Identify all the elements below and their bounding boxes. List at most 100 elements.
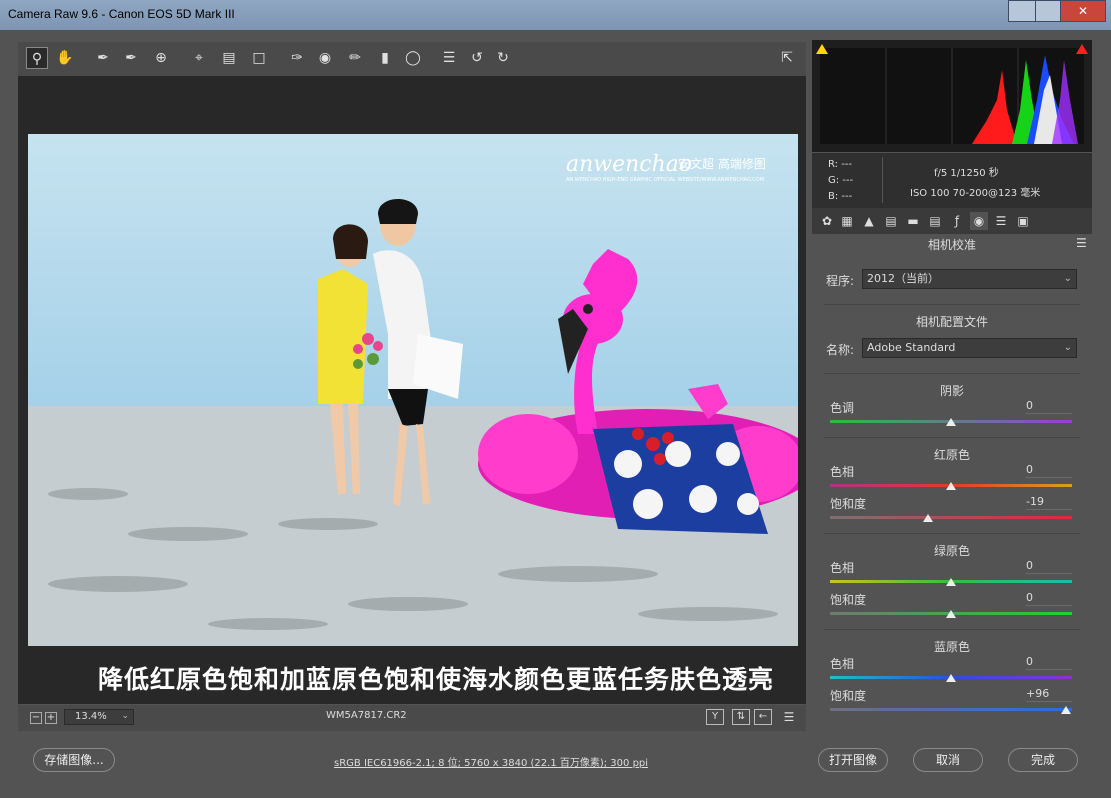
green-saturation-value[interactable]: 0	[1026, 591, 1072, 606]
status-bar: − + 13.4% ⌄ WM5A7817.CR2 Y ⇅ ← ☰	[18, 705, 806, 731]
bottom-bar: 存储图像... sRGB IEC61966-2.1; 8 位; 5760 x 3…	[0, 735, 1111, 798]
blue-primary-header: 蓝原色	[933, 640, 970, 654]
shadows-tint-value[interactable]: 0	[1026, 399, 1072, 414]
process-select[interactable]: 2012（当前） ⌄	[862, 269, 1077, 289]
open-image-button[interactable]: 打开图像	[818, 748, 888, 772]
profile-select[interactable]: Adobe Standard ⌄	[862, 338, 1077, 358]
rgb-readout: R: --- G: --- B: --- f/5 1/1250 秒 ISO 10…	[812, 153, 1092, 208]
maximize-button[interactable]	[1035, 0, 1061, 22]
red-primary-header: 红原色	[933, 448, 970, 462]
photo-preview[interactable]: anwenchao 安文超 高端修图 AN WENCHAO HIGH-END G…	[28, 134, 798, 646]
swap-icon[interactable]: ⇅	[732, 709, 750, 725]
snapshots-tab-icon[interactable]: ▣	[1014, 212, 1032, 230]
before-after-icon[interactable]: Y	[706, 709, 724, 725]
hsl-tab-icon[interactable]: ▤	[882, 212, 900, 230]
chevron-down-icon: ⌄	[1063, 273, 1072, 284]
workflow-options-link[interactable]: sRGB IEC61966-2.1; 8 位; 5760 x 3840 (22.…	[334, 754, 648, 769]
tone-curve-tab-icon[interactable]: ▦	[838, 212, 856, 230]
g-readout: G: ---	[828, 175, 854, 186]
copy-settings-icon[interactable]: ←	[754, 709, 772, 725]
adjustment-panel: R: --- G: --- B: --- f/5 1/1250 秒 ISO 10…	[812, 40, 1092, 730]
red-hue-value[interactable]: 0	[1026, 463, 1072, 478]
camera-calibration-tab-icon[interactable]: ◉	[970, 212, 988, 230]
window-title: Camera Raw 9.6 - Canon EOS 5D Mark III	[8, 7, 235, 21]
green-saturation-label: 饱和度	[830, 593, 867, 607]
green-primary-header: 绿原色	[933, 544, 970, 558]
zoom-out-icon[interactable]: −	[30, 712, 42, 724]
close-button[interactable]: ✕	[1060, 0, 1106, 22]
green-saturation-thumb[interactable]	[946, 610, 956, 618]
basic-tab-icon[interactable]: ✿	[818, 212, 836, 230]
green-hue-thumb[interactable]	[946, 578, 956, 586]
blue-hue-thumb[interactable]	[946, 674, 956, 682]
image-canvas[interactable]: anwenchao 安文超 高端修图 AN WENCHAO HIGH-END G…	[18, 76, 806, 704]
settings-toggle-icon[interactable]: ☰	[780, 709, 798, 725]
rotate-cw-icon[interactable]: ↻	[492, 47, 514, 69]
rotate-ccw-icon[interactable]: ↺	[466, 47, 488, 69]
hand-icon[interactable]: ✋	[54, 47, 76, 69]
fullscreen-icon[interactable]: ⇱	[776, 47, 798, 69]
targeted-adjustment-icon[interactable]: ⊕	[150, 47, 172, 69]
done-button[interactable]: 完成	[1008, 748, 1078, 772]
panel-tabs: ✿ ▦ ▲ ▤ ▬ ▤ ƒ ◉ ☰ ▣	[812, 208, 1092, 234]
process-label: 程序:	[826, 274, 855, 288]
camera-raw-window: Camera Raw 9.6 - Canon EOS 5D Mark III ✕…	[0, 0, 1111, 798]
effects-tab-icon[interactable]: ƒ	[948, 212, 966, 230]
watermark-cn: 安文超 高端修图	[678, 157, 766, 171]
adjustment-brush-icon[interactable]: ✏	[344, 47, 366, 69]
zoom-in-icon[interactable]: +	[45, 712, 57, 724]
graduated-filter-icon[interactable]: ▮	[374, 47, 396, 69]
chevron-down-icon: ⌄	[121, 711, 129, 721]
name-label: 名称:	[826, 343, 855, 357]
red-hue-thumb[interactable]	[946, 482, 956, 490]
color-sampler-icon[interactable]: ✒	[120, 47, 142, 69]
title-bar: Camera Raw 9.6 - Canon EOS 5D Mark III ✕	[0, 0, 1111, 30]
green-hue-value[interactable]: 0	[1026, 559, 1072, 574]
panel-menu-icon[interactable]: ☰	[1076, 236, 1087, 250]
lens-tab-icon[interactable]: ▤	[926, 212, 944, 230]
red-saturation-value[interactable]: -19	[1026, 495, 1072, 510]
b-readout: B: ---	[828, 191, 853, 202]
exposure-info: f/5 1/1250 秒	[934, 168, 999, 179]
spot-removal-icon[interactable]: ✑	[286, 47, 308, 69]
crop-icon[interactable]: ⌖	[188, 47, 210, 69]
red-saturation-slider[interactable]	[830, 516, 1072, 519]
red-saturation-label: 饱和度	[830, 497, 867, 511]
transform-icon[interactable]: □	[248, 47, 270, 69]
white-balance-icon[interactable]: ✒	[92, 47, 114, 69]
straighten-icon[interactable]: ▤	[218, 47, 240, 69]
red-saturation-thumb[interactable]	[923, 514, 933, 522]
shadows-tint-label: 色调	[830, 401, 855, 415]
blue-saturation-slider[interactable]	[830, 708, 1072, 711]
blue-saturation-label: 饱和度	[830, 689, 867, 703]
green-hue-label: 色相	[830, 561, 855, 575]
preferences-icon[interactable]: ☰	[438, 47, 460, 69]
presets-tab-icon[interactable]: ☰	[992, 212, 1010, 230]
blue-hue-value[interactable]: 0	[1026, 655, 1072, 670]
watermark-sub: AN WENCHAO HIGH-END GRAPHIC OFFICIAL WEB…	[566, 177, 765, 183]
iso-lens-info: ISO 100 70-200@123 毫米	[910, 188, 1041, 199]
radial-filter-icon[interactable]: ◯	[402, 47, 424, 69]
panel-title: 相机校准	[927, 238, 976, 252]
file-name: WM5A7817.CR2	[326, 710, 407, 721]
profile-header: 相机配置文件	[915, 315, 988, 329]
shadows-tint-thumb[interactable]	[946, 418, 956, 426]
cancel-button[interactable]: 取消	[913, 748, 983, 772]
r-readout: R: ---	[828, 159, 853, 170]
red-hue-label: 色相	[830, 465, 855, 479]
minimize-button[interactable]	[1008, 0, 1036, 22]
blue-saturation-thumb[interactable]	[1061, 706, 1071, 714]
detail-tab-icon[interactable]: ▲	[860, 212, 878, 230]
save-image-button[interactable]: 存储图像...	[33, 748, 115, 772]
tool-bar: ⚲ ✋ ✒ ✒ ⊕ ⌖ ▤ □ ✑ ◉ ✏ ▮ ◯ ☰ ↺ ↻ ⇱	[18, 42, 806, 76]
split-toning-tab-icon[interactable]: ▬	[904, 212, 922, 230]
shadows-header: 阴影	[939, 384, 964, 398]
photo-illustration	[28, 134, 798, 646]
zoom-icon[interactable]: ⚲	[26, 47, 48, 69]
blue-hue-label: 色相	[830, 657, 855, 671]
chevron-down-icon: ⌄	[1063, 342, 1072, 353]
watermark-brand: anwenchao	[566, 152, 693, 177]
zoom-select[interactable]: 13.4% ⌄	[64, 709, 134, 725]
blue-saturation-value[interactable]: +96	[1026, 687, 1072, 702]
red-eye-icon[interactable]: ◉	[314, 47, 336, 69]
